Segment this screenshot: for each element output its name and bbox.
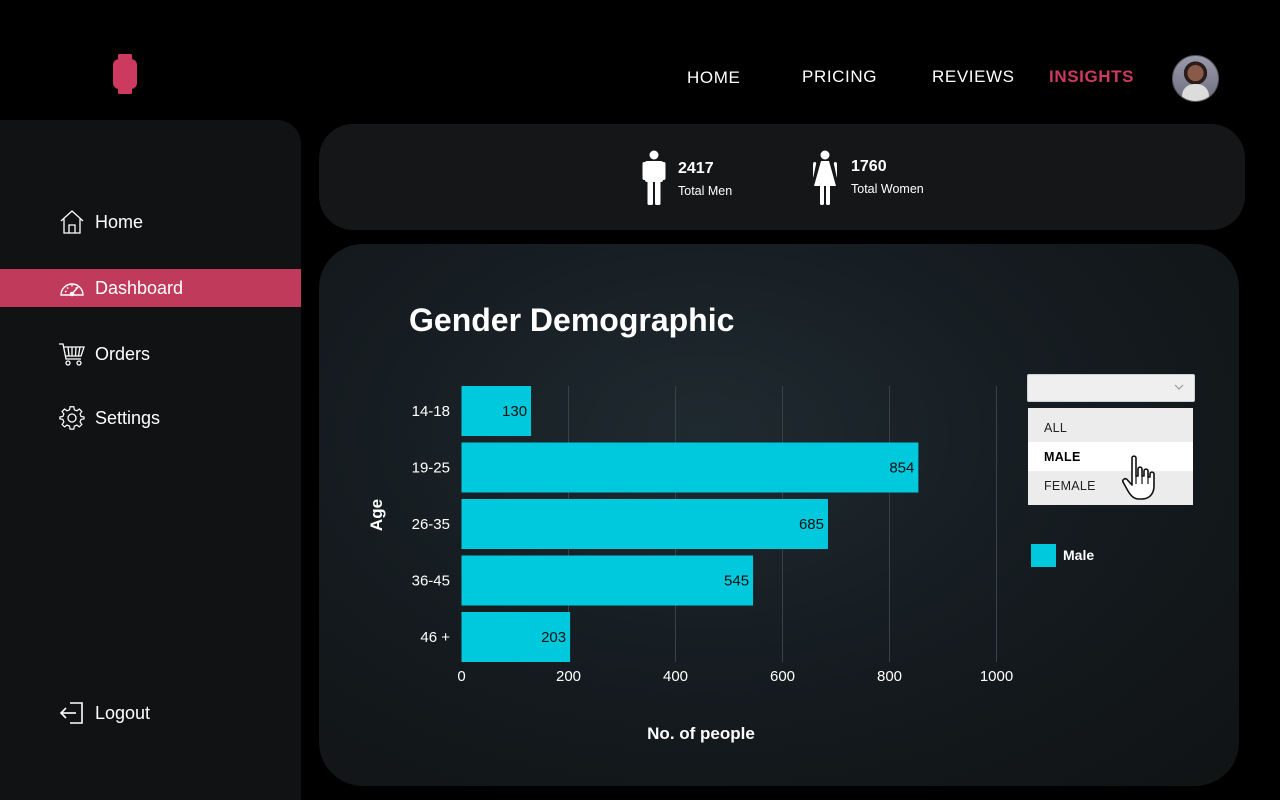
sidebar-item-dashboard[interactable]: Dashboard [0,269,301,307]
total-men-value: 2417 [678,160,714,177]
sidebar-item-label: Settings [95,407,161,428]
sidebar-item-orders[interactable]: Orders [0,335,301,373]
gender-filter-select[interactable] [1027,374,1195,402]
sidebar-item-settings[interactable]: Settings [0,399,301,437]
filter-option-male[interactable]: MALE [1028,442,1193,471]
chart-title: Gender Demographic [409,302,735,338]
speedometer-icon [60,283,84,297]
nav-link-home[interactable]: HOME [687,68,740,88]
filter-option-all[interactable]: ALL [1028,413,1193,442]
cart-icon [59,343,85,366]
total-women-value: 1760 [851,158,887,175]
gear-icon [59,406,85,430]
woman-icon [813,150,837,205]
sidebar: Home Dashboard Orders Settings Logout [0,120,301,800]
logout-label: Logout [95,702,151,723]
nav-link-reviews[interactable]: REVIEWS [932,67,1015,87]
hand-pointer-icon [1122,455,1155,500]
filter-option-female[interactable]: FEMALE [1028,471,1193,500]
total-women-label: Total Women [851,182,924,196]
sidebar-item-label: Dashboard [95,277,184,298]
sidebar-item-label: Home [95,211,144,232]
home-icon [60,210,84,234]
total-women-stat: 1760 Total Women [813,148,943,208]
man-icon [642,150,666,205]
gender-totals-card: 2417 Total Men 1760 Total Women [319,124,1245,230]
nav-link-pricing[interactable]: PRICING [802,67,877,87]
total-men-label: Total Men [678,184,733,198]
logout-icon [59,702,83,724]
total-men-stat: 2417 Total Men [642,148,752,208]
logout-button[interactable]: Logout [0,694,301,732]
sidebar-item-home[interactable]: Home [0,203,301,241]
legend-swatch-male [1031,544,1056,567]
gender-filter-menu: ALL MALE FEMALE [1028,408,1193,505]
user-avatar[interactable] [1172,55,1219,102]
top-navigation: HOME PRICING REVIEWS INSIGHTS [0,67,1280,90]
chevron-down-icon [1174,384,1184,390]
sidebar-item-label: Orders [95,343,151,364]
nav-link-insights[interactable]: INSIGHTS [1049,67,1134,87]
legend-label-male: Male [1063,547,1095,563]
